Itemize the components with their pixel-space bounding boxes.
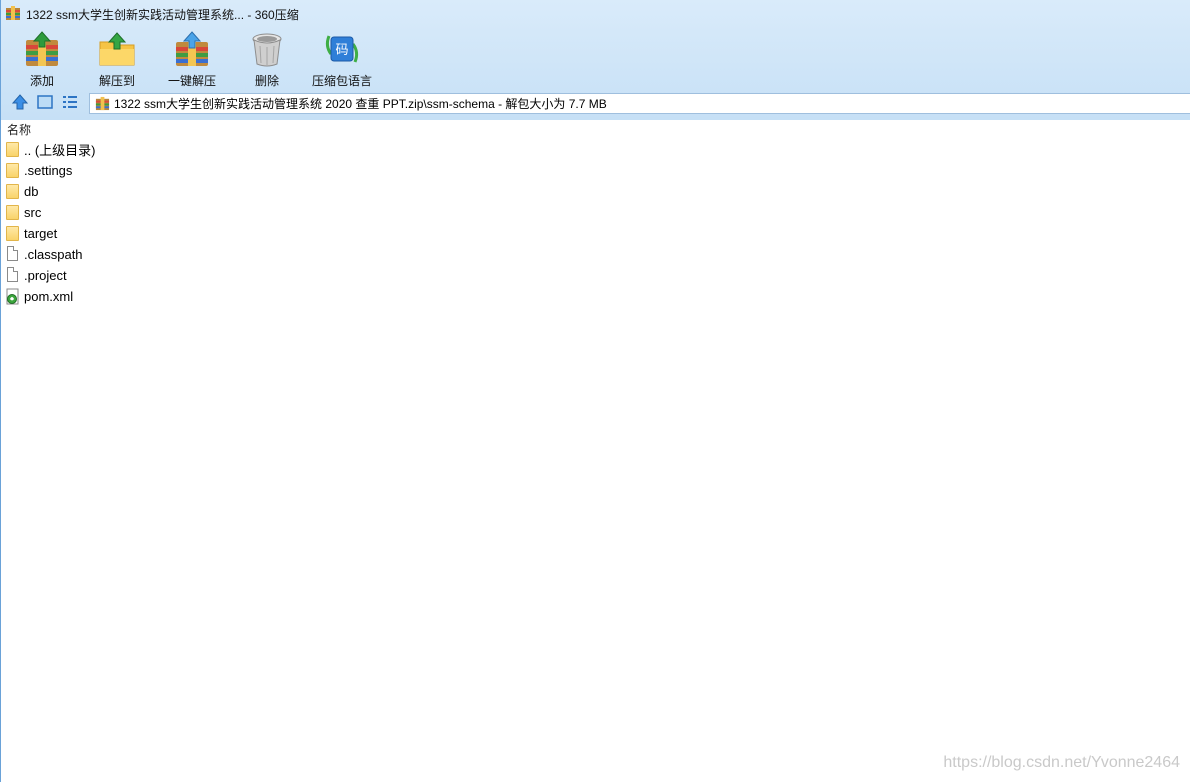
item-name: .settings — [24, 163, 73, 178]
folder-icon — [6, 204, 20, 221]
archive-window: 1322 ssm大学生创新实践活动管理系统... - 360压缩 添加 解压到 … — [0, 0, 1190, 782]
delete-button[interactable]: 删除 — [232, 30, 302, 88]
archive-language-button[interactable]: 码 压缩包语言 — [307, 30, 377, 88]
list-item[interactable]: src — [6, 202, 606, 223]
folder-icon — [6, 225, 20, 242]
folder-icon — [6, 162, 20, 179]
window-title: 1322 ssm大学生创新实践活动管理系统... - 360压缩 — [26, 7, 299, 22]
delete-label: 删除 — [254, 74, 279, 88]
svg-text:码: 码 — [335, 43, 348, 58]
archive-language-label: 压缩包语言 — [311, 74, 372, 88]
item-name: .project — [24, 268, 67, 283]
list-view-icon — [61, 93, 79, 114]
title-bar: 1322 ssm大学生创新实践活动管理系统... - 360压缩 — [5, 4, 299, 24]
list-item[interactable]: .project — [6, 265, 606, 286]
one-click-extract-icon — [173, 30, 211, 68]
extract-to-icon — [98, 30, 136, 68]
file-list: .. (上级目录) .settings db src target .class… — [6, 139, 606, 307]
extract-to-label: 解压到 — [98, 74, 135, 88]
address-path: 1322 ssm大学生创新实践活动管理系统 2020 查重 PPT.zip\ss… — [114, 97, 607, 111]
up-level-button[interactable] — [10, 93, 30, 113]
list-item[interactable]: db — [6, 181, 606, 202]
add-label: 添加 — [29, 74, 54, 88]
one-click-extract-button[interactable]: 一键解压 — [157, 30, 227, 88]
file-icon — [6, 246, 20, 263]
list-view-button[interactable] — [60, 93, 80, 113]
archive-language-icon: 码 — [323, 30, 361, 68]
file-icon — [6, 267, 20, 284]
item-name: .. (上级目录) — [24, 143, 96, 158]
address-bar[interactable]: 1322 ssm大学生创新实践活动管理系统 2020 查重 PPT.zip\ss… — [89, 93, 1190, 114]
list-item[interactable]: .settings — [6, 160, 606, 181]
app-logo-icon — [5, 5, 21, 24]
column-header-name[interactable]: 名称 — [7, 121, 31, 138]
top-chrome: 1322 ssm大学生创新实践活动管理系统... - 360压缩 添加 解压到 … — [1, 0, 1190, 120]
list-item[interactable]: pom.xml — [6, 286, 606, 307]
add-button[interactable]: 添加 — [7, 30, 77, 88]
add-archive-icon — [23, 30, 61, 68]
item-name: target — [24, 226, 58, 241]
item-name: .classpath — [24, 247, 83, 262]
folder-icon — [6, 183, 20, 200]
archive-icon — [95, 96, 110, 111]
thumbnail-view-button[interactable] — [35, 93, 55, 113]
one-click-extract-label: 一键解压 — [167, 74, 216, 88]
item-name: pom.xml — [24, 289, 74, 304]
list-item[interactable]: target — [6, 223, 606, 244]
arrow-up-icon — [11, 93, 29, 114]
list-item[interactable]: .. (上级目录) — [6, 139, 606, 160]
xml-file-icon — [6, 288, 20, 305]
trash-icon — [248, 30, 286, 68]
folder-icon — [6, 141, 20, 158]
item-name: db — [24, 184, 39, 199]
item-name: src — [24, 205, 42, 220]
thumbnail-view-icon — [36, 93, 54, 114]
list-item[interactable]: .classpath — [6, 244, 606, 265]
watermark: https://blog.csdn.net/Yvonne2464 — [943, 754, 1180, 771]
extract-to-button[interactable]: 解压到 — [82, 30, 152, 88]
